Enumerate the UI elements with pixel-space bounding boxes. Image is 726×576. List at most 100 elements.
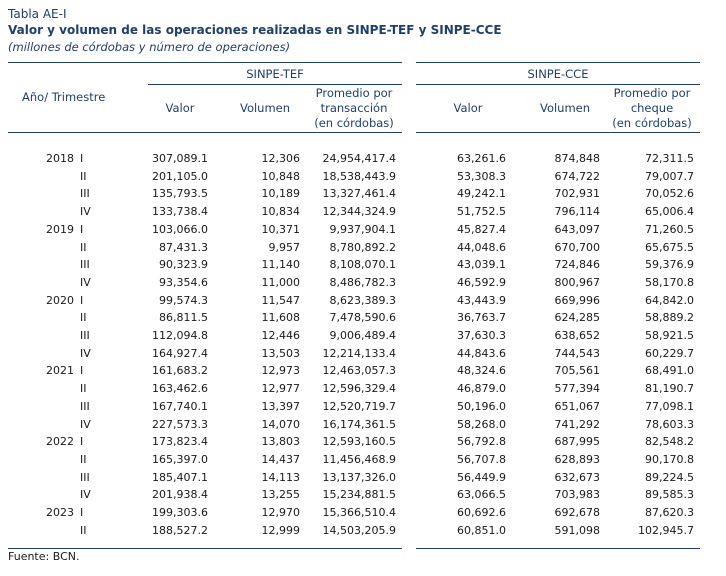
- row-year: 2023: [46, 506, 74, 519]
- rule-top-left: [8, 62, 402, 63]
- row-quarter: III: [80, 258, 90, 272]
- table-cell: 651,067: [554, 399, 601, 413]
- column-header: Valor: [453, 101, 483, 115]
- table-cell: 687,995: [554, 435, 601, 449]
- table-cell: 643,097: [554, 222, 601, 236]
- row-quarter: I: [80, 222, 84, 236]
- table-cell: 201,938.4: [152, 488, 208, 502]
- table-cell: 59,376.9: [645, 258, 694, 272]
- table-cell: 674,722: [554, 169, 601, 183]
- table-cell: 9,006,489.4: [329, 329, 396, 342]
- table-cell: 44,843.6: [457, 346, 506, 360]
- row-year: 2020: [46, 293, 74, 307]
- row-quarter: II: [80, 452, 87, 466]
- table-cell: 79,007.7: [645, 169, 694, 183]
- table-subtitle: (millones de córdobas y número de operac…: [8, 40, 291, 54]
- table-cell: 99,574.3: [159, 293, 208, 307]
- table-cell: 44,048.6: [457, 240, 506, 254]
- table-cell: 51,752.5: [457, 205, 506, 219]
- row-year: 2021: [46, 364, 74, 378]
- table-cell: 9,957: [268, 240, 301, 254]
- table-cell: 56,707.8: [457, 452, 506, 466]
- table-cell: 60,692.6: [457, 506, 506, 519]
- row-quarter: III: [80, 329, 90, 342]
- table-cell: 632,673: [554, 470, 601, 484]
- table-cell: 93,354.6: [159, 275, 208, 289]
- table-cell: 58,170.8: [645, 275, 694, 289]
- table-cell: 86,811.5: [159, 311, 208, 325]
- table-cell: 77,098.1: [645, 399, 694, 413]
- group-header-tef: SINPE-TEF: [246, 67, 304, 81]
- table-cell: 13,397: [261, 399, 301, 413]
- table-cell: 81,190.7: [645, 382, 694, 396]
- table-cell: 72,311.5: [645, 152, 694, 165]
- rule-group-tef: [148, 84, 402, 85]
- table-cell: 102,945.7: [638, 523, 694, 537]
- table-cell: 7,478,590.6: [329, 311, 396, 325]
- table-cell: 8,780,892.2: [329, 240, 396, 254]
- table-cell: 68,491.0: [645, 364, 694, 378]
- table-cell: 201,105.0: [152, 169, 208, 183]
- table-cell: 133,738.4: [152, 205, 208, 219]
- rule-bottom-left: [8, 548, 402, 549]
- table-cell: 14,070: [261, 417, 301, 431]
- table-cell: 167,740.1: [152, 399, 208, 413]
- table-cell: 12,344,324.9: [322, 205, 396, 219]
- table-cell: 63,066.5: [457, 488, 506, 502]
- table-cell: 78,603.3: [645, 417, 694, 431]
- table-cell: 13,503: [261, 346, 301, 360]
- column-header: Volumen: [539, 101, 591, 115]
- rule-header-bottom-left: [8, 132, 402, 133]
- row-quarter: IV: [80, 205, 91, 219]
- table-cell: 13,137,326.0: [322, 470, 396, 484]
- table-cell: 58,268.0: [457, 417, 506, 431]
- table-cell: 163,462.6: [152, 382, 208, 396]
- row-quarter: I: [80, 364, 84, 378]
- table-cell: 12,970: [261, 506, 301, 519]
- row-quarter: I: [80, 435, 84, 449]
- table-cell: 705,561: [554, 364, 601, 378]
- table-cell: 13,255: [261, 488, 301, 502]
- table-cell: 16,174,361.5: [322, 417, 396, 431]
- table-cell: 165,397.0: [152, 452, 208, 466]
- table-cell: 103,066.0: [152, 222, 208, 236]
- table-cell: 36,763.7: [457, 311, 506, 325]
- row-quarter: III: [80, 470, 90, 484]
- table-cell: 670,700: [554, 240, 601, 254]
- table-cell: 53,308.3: [457, 169, 506, 183]
- table-cell: 87,620.3: [645, 506, 694, 519]
- table-cell: 64,842.0: [645, 293, 694, 307]
- table-cell: 800,967: [554, 275, 601, 289]
- table-cell: 37,630.3: [457, 329, 506, 342]
- table-cell: 46,879.0: [457, 382, 506, 396]
- table-cell: 13,327,461.4: [322, 187, 396, 201]
- table-cell: 58,889.2: [645, 311, 694, 325]
- table-cell: 45,827.4: [457, 222, 506, 236]
- row-quarter: I: [80, 152, 84, 165]
- table-cell: 43,039.1: [457, 258, 506, 272]
- row-quarter: II: [80, 382, 87, 396]
- row-header: Año/ Trimestre: [22, 90, 106, 104]
- table-cell: 48,324.6: [457, 364, 506, 378]
- row-year: 2022: [46, 435, 74, 449]
- row-quarter: IV: [80, 346, 91, 360]
- rule-group-cce: [416, 84, 700, 85]
- table-cell: 173,823.4: [152, 435, 208, 449]
- row-quarter: I: [80, 506, 84, 519]
- rule-top-right: [416, 62, 700, 63]
- table-cell: 8,108,070.1: [329, 258, 396, 272]
- table-cell: 12,463,057.3: [322, 364, 396, 378]
- table-cell: 60,851.0: [457, 523, 506, 537]
- table-cell: 50,196.0: [457, 399, 506, 413]
- table-cell: 15,366,510.4: [322, 506, 396, 519]
- table-cell: 11,608: [261, 311, 301, 325]
- table-cell: 874,848: [554, 152, 601, 165]
- table-cell: 8,623,389.3: [329, 293, 396, 307]
- row-quarter: III: [80, 187, 90, 201]
- table-cell: 15,234,881.5: [322, 488, 396, 502]
- table-cell: 11,456,468.9: [322, 452, 396, 466]
- table-cell: 90,323.9: [159, 258, 208, 272]
- table-cell: 796,114: [554, 205, 601, 219]
- table-cell: 199,303.6: [152, 506, 208, 519]
- table-cell: 56,792.8: [457, 435, 506, 449]
